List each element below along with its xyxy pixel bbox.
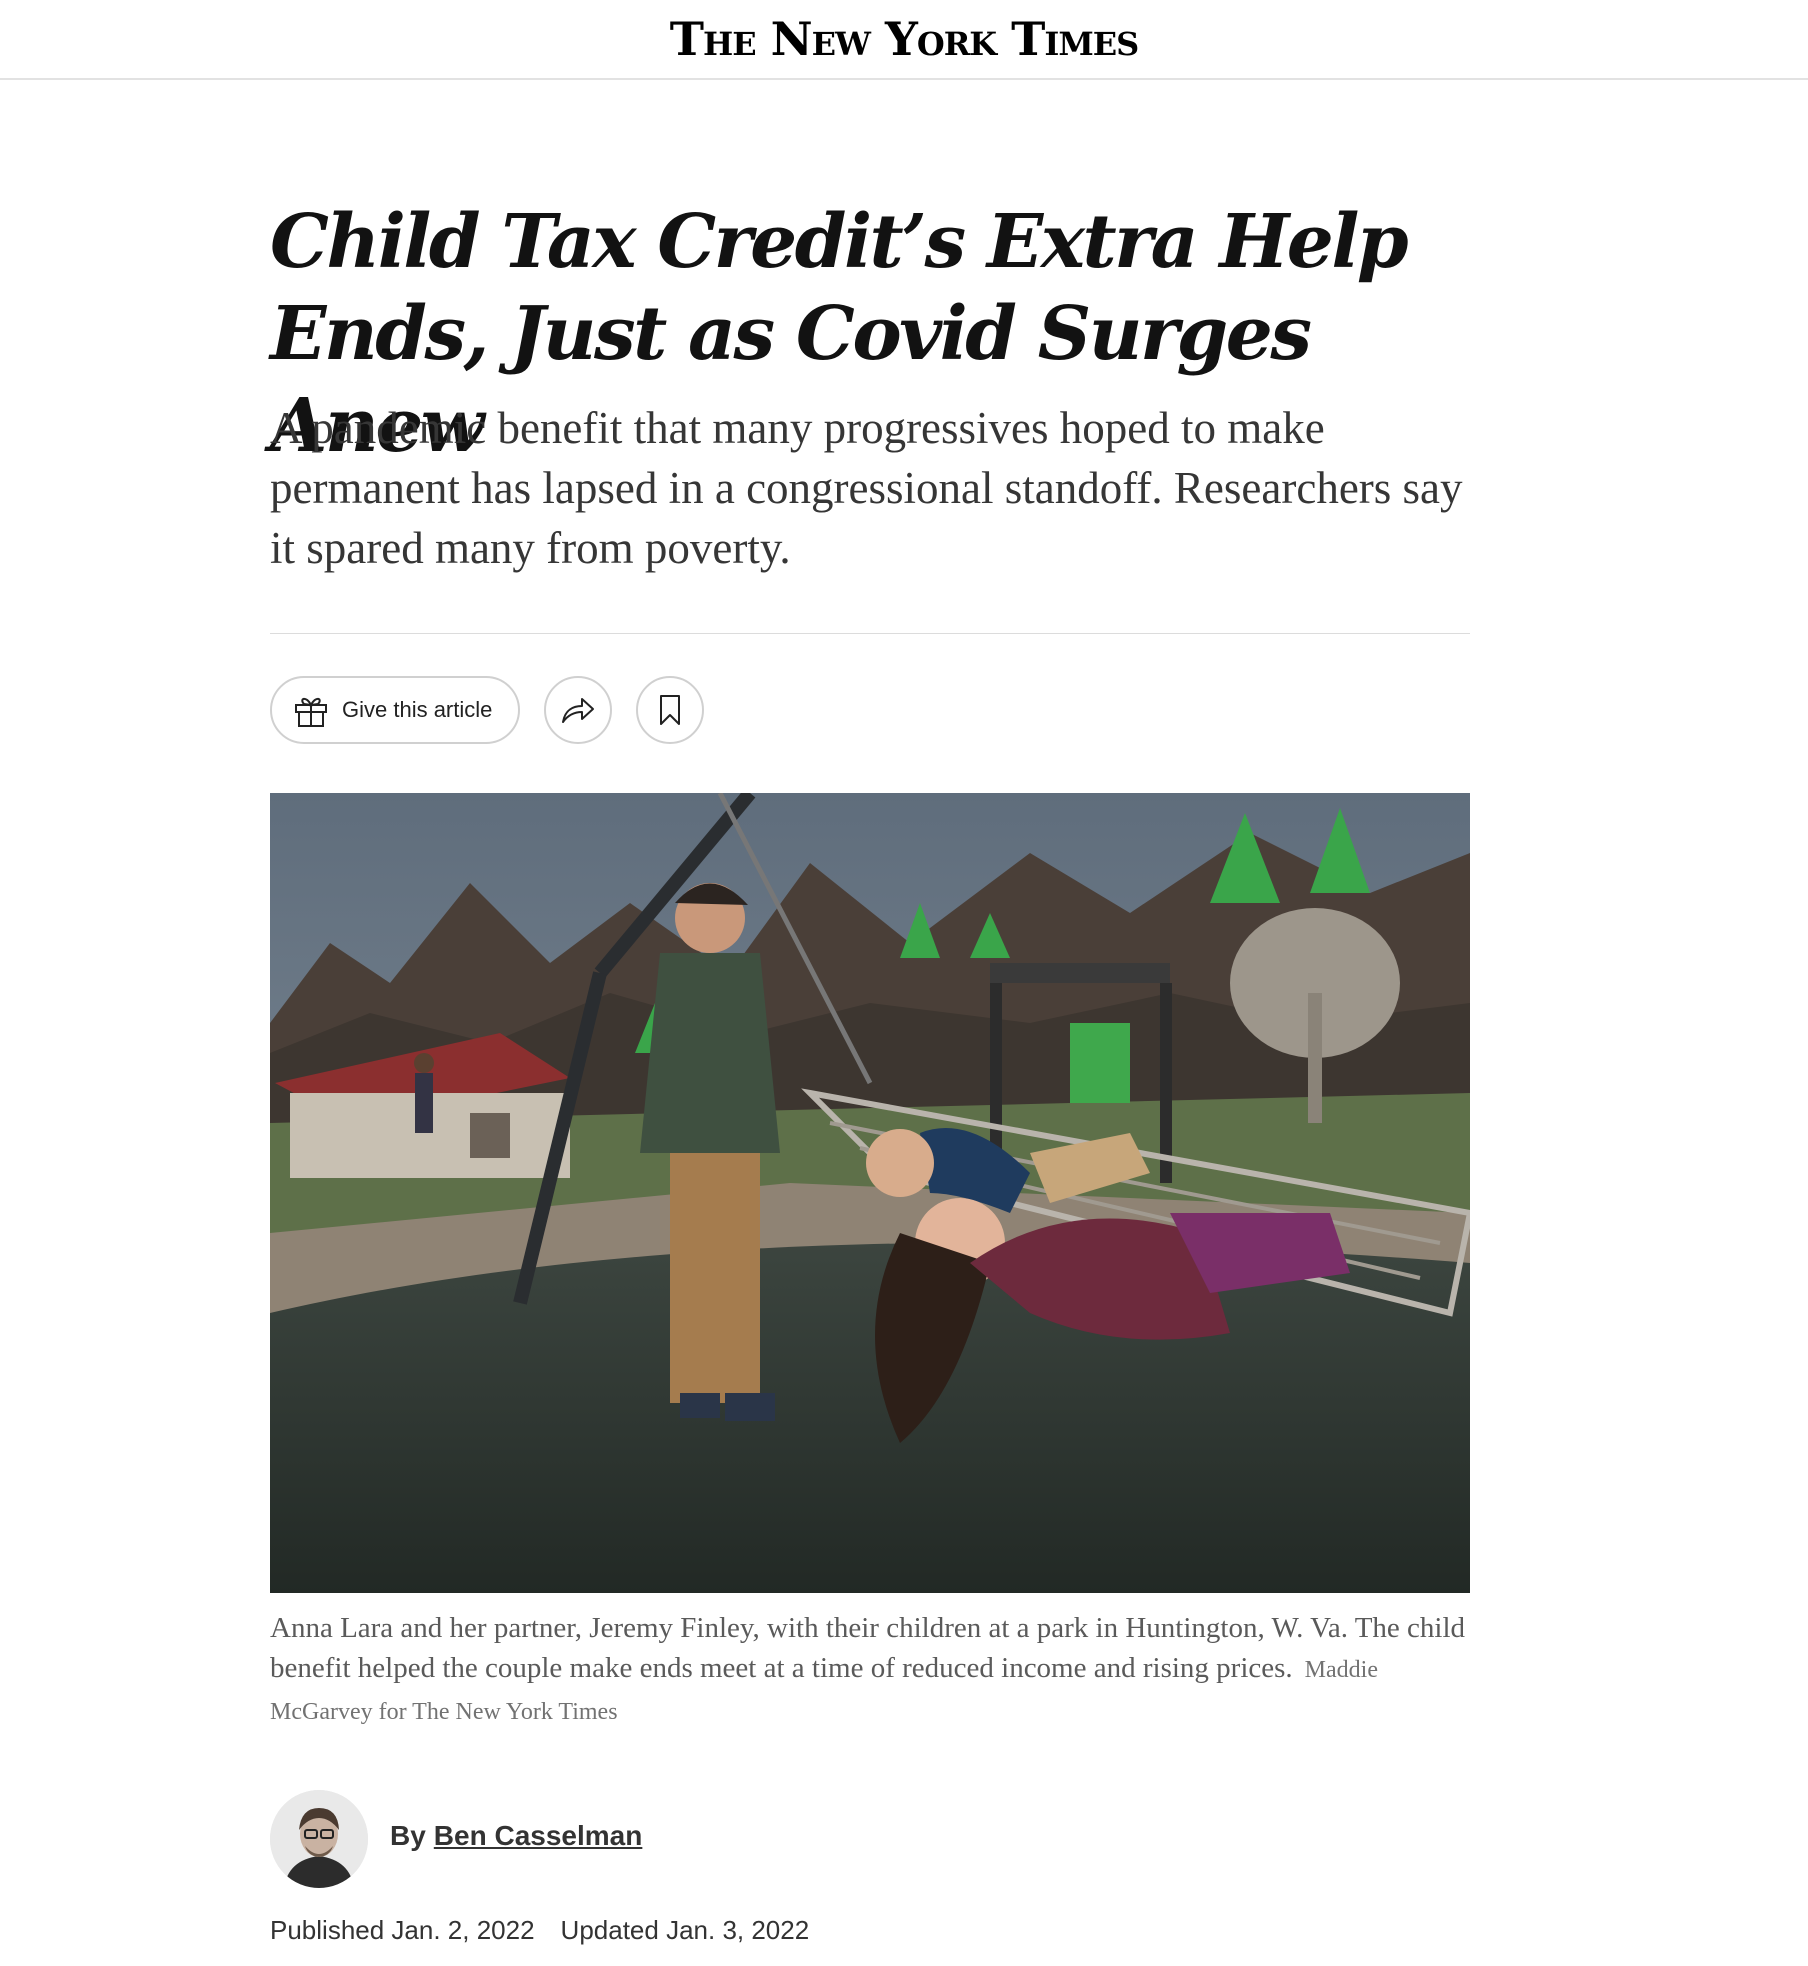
byline-text: By Ben Casselman — [390, 1820, 642, 1852]
divider — [270, 633, 1470, 634]
share-button[interactable] — [544, 676, 612, 744]
photo-caption: Anna Lara and her partner, Jeremy Finley… — [270, 1608, 1470, 1732]
save-button[interactable] — [636, 676, 704, 744]
caption-text: Anna Lara and her partner, Jeremy Finley… — [270, 1612, 1466, 1684]
masthead: The New York Times — [0, 0, 1808, 80]
gift-icon — [292, 691, 330, 729]
byline: By Ben Casselman — [270, 1790, 970, 1890]
updated-date: Updated Jan. 3, 2022 — [560, 1915, 810, 1945]
article-toolbar: Give this article — [270, 676, 870, 744]
published-date: Published Jan. 2, 2022 — [270, 1915, 535, 1945]
author-link[interactable]: Ben Casselman — [434, 1820, 643, 1851]
byline-prefix: By — [390, 1820, 426, 1851]
author-avatar[interactable] — [270, 1790, 368, 1888]
lead-photo — [270, 793, 1470, 1593]
article-summary: A pandemic benefit that many progressive… — [270, 403, 1463, 573]
give-article-label: Give this article — [342, 697, 493, 722]
give-article-button[interactable]: Give this article — [270, 676, 520, 744]
share-icon — [560, 695, 596, 725]
nyt-logo[interactable]: The New York Times — [670, 12, 1140, 66]
article-dates: Published Jan. 2, 2022 Updated Jan. 3, 20… — [270, 1915, 809, 1946]
bookmark-icon — [658, 694, 682, 726]
